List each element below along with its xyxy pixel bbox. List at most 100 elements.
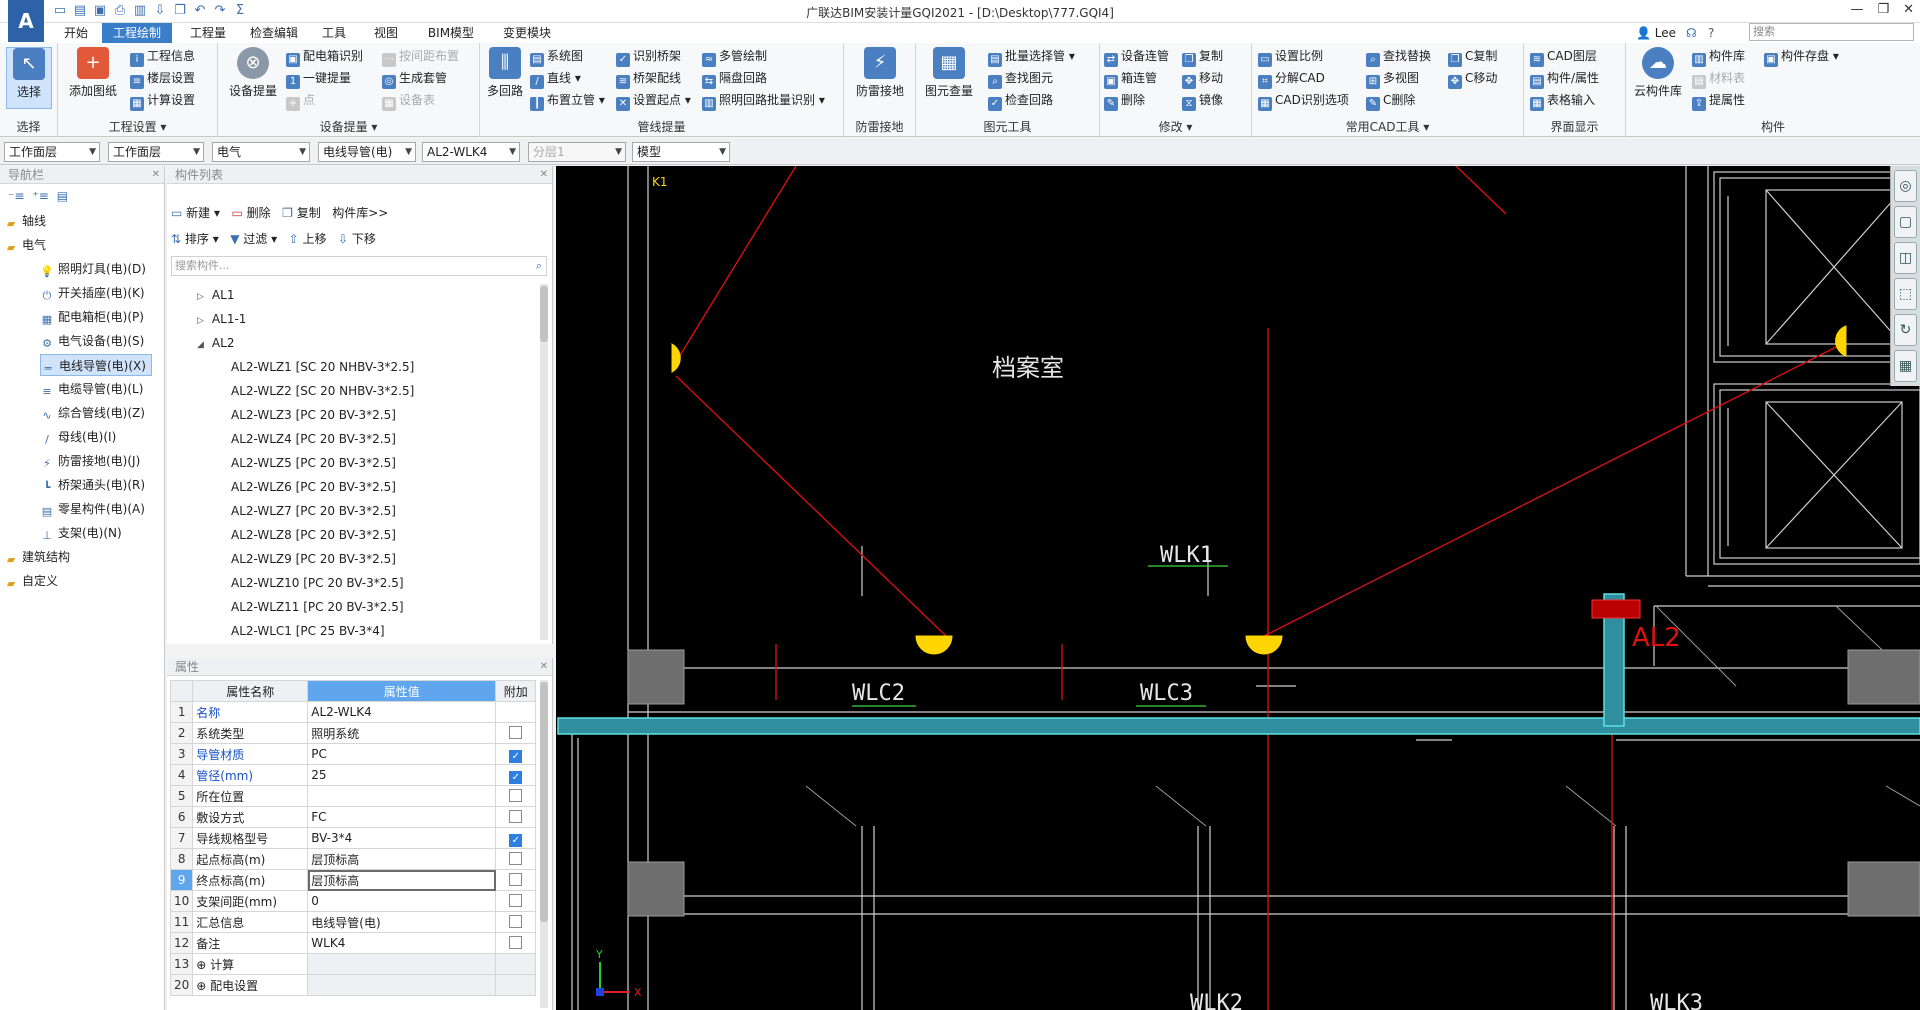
collapse-arrow-icon[interactable]: ◢ <box>197 340 204 350</box>
component-property-button[interactable]: ▤ 构件/属性 <box>1530 69 1599 89</box>
box-connect-pipe-button[interactable]: ▣ 箱连管 <box>1104 69 1157 89</box>
tree-item[interactable]: AL2-WLZ5 [PC 20 BV-3*2.5] <box>231 452 396 474</box>
table-input-button[interactable]: ▦ 表格输入 <box>1530 91 1595 111</box>
restore-icon[interactable]: ❐ <box>1877 2 1889 17</box>
nav-item[interactable]: ▰ 自定义 <box>4 570 58 592</box>
lightning-grounding-button[interactable]: ⚡ 防雷接地 <box>850 47 910 99</box>
property-value[interactable]: PC <box>307 743 497 765</box>
view-mode-combo[interactable]: 模型 ▼ <box>632 142 730 162</box>
nav-item[interactable]: ⏻ 开关插座(电)(K) <box>40 282 145 304</box>
tree-item[interactable]: AL2-WLZ6 [PC 20 BV-3*2.5] <box>231 476 396 498</box>
extra-checkbox[interactable] <box>509 873 523 886</box>
select-button[interactable]: ↖ 选择 <box>6 47 52 109</box>
pin-icon[interactable]: ✕ <box>540 658 548 676</box>
property-row[interactable]: 7 导线规格型号 BV-3*4 ✓ <box>169 827 537 849</box>
top-view-icon[interactable]: ◫ <box>1894 242 1917 274</box>
device-connect-pipe-button[interactable]: ⇄ 设备连管 <box>1104 47 1169 67</box>
extra-checkbox[interactable] <box>509 915 523 928</box>
extra-checkbox[interactable] <box>509 852 523 865</box>
batch-select-pipe-button[interactable]: ▤ 批量选择管 ▾ <box>988 47 1075 67</box>
nav-item[interactable]: ▰ 建筑结构 <box>4 546 70 568</box>
collapse-all-icon[interactable]: ⁻≡ <box>8 189 24 203</box>
component-list-scrollbar[interactable] <box>540 284 548 640</box>
user-menu[interactable]: 👤 Lee <box>1636 23 1676 43</box>
c-move-button[interactable]: ✥ C移动 <box>1448 69 1497 89</box>
tree-item[interactable]: AL2-WLZ7 [PC 20 BV-3*2.5] <box>231 500 396 522</box>
cad-recognize-options-button[interactable]: ▦ CAD识别选项 <box>1258 91 1349 111</box>
copy-button[interactable]: ❐ 复制 <box>1182 47 1223 67</box>
expand-arrow-icon[interactable]: ▷ <box>197 316 204 326</box>
nav-item[interactable]: ∿ 综合管线(电)(Z) <box>40 402 145 424</box>
property-row[interactable]: 3 导管材质 PC ✓ <box>169 743 537 765</box>
property-row[interactable]: 1 名称 AL2-WLK4 <box>169 701 537 723</box>
tree-item[interactable]: AL2-WLZ4 [PC 20 BV-3*2.5] <box>231 428 396 450</box>
property-value[interactable]: BV-3*4 <box>307 827 497 849</box>
extra-checkbox[interactable]: ✓ <box>509 770 523 784</box>
sublayer-combo[interactable]: 分层1 ▼ <box>528 142 626 162</box>
property-scrollbar[interactable] <box>540 680 548 1008</box>
minimize-icon[interactable]: — <box>1850 2 1863 17</box>
expand-arrow-icon[interactable]: ▷ <box>197 292 204 302</box>
property-value[interactable]: 0 <box>307 890 497 912</box>
nav-item[interactable]: ⚙ 电气设备(电)(S) <box>40 330 144 352</box>
extra-checkbox[interactable] <box>509 894 523 907</box>
set-start-point-button[interactable]: ✕ 设置起点 ▾ <box>616 91 691 111</box>
help-icon[interactable]: ? <box>1708 23 1714 43</box>
tab-bim-model[interactable]: BIM模型 <box>418 23 484 43</box>
group-label-modify[interactable]: 修改 ▾ <box>1100 118 1251 135</box>
property-value[interactable] <box>307 785 497 807</box>
app-logo[interactable]: A <box>8 0 44 42</box>
tab-view[interactable]: 视图 <box>366 23 406 43</box>
calc-settings-button[interactable]: ▦ 计算设置 <box>130 91 195 111</box>
system-diagram-button[interactable]: ▤ 系统图 <box>530 47 583 67</box>
property-value[interactable]: 电线导管(电) <box>307 911 497 933</box>
project-info-button[interactable]: i 工程信息 <box>130 47 195 67</box>
extra-checkbox[interactable]: ✓ <box>509 833 523 847</box>
property-row[interactable]: 8 起点标高(m) 层顶标高 <box>169 848 537 870</box>
material-table-button[interactable]: ▤ 材料表 <box>1692 69 1745 89</box>
tree-item[interactable]: AL2-WLZ9 [PC 20 BV-3*2.5] <box>231 548 396 570</box>
group-label-device[interactable]: 设备提量 ▾ <box>218 118 479 135</box>
tab-quantity[interactable]: 工程量 <box>180 23 236 43</box>
tab-change-module[interactable]: 变更模块 <box>494 23 560 43</box>
property-value[interactable]: 层顶标高 <box>307 869 497 891</box>
multi-view-button[interactable]: ⊞ 多视图 <box>1366 69 1419 89</box>
place-riser-button[interactable]: ┃ 布置立管 ▾ <box>530 91 605 111</box>
property-row[interactable]: 20 ⊕ 配电设置 <box>169 974 537 996</box>
property-value[interactable]: 层顶标高 <box>307 848 497 870</box>
property-row[interactable]: 11 汇总信息 电线导管(电) <box>169 911 537 933</box>
property-row[interactable]: 4 管径(mm) 25 ✓ <box>169 764 537 786</box>
property-value[interactable] <box>307 974 497 996</box>
orbit-icon[interactable]: ◎ <box>1894 170 1917 202</box>
group-label-project[interactable]: 工程设置 ▾ <box>58 118 217 135</box>
sort-button[interactable]: ⇅ 排序 ▾ <box>171 232 219 246</box>
distribution-box-recognize-button[interactable]: ▣ 配电箱识别 <box>286 47 363 67</box>
close-icon[interactable]: ✕ <box>1903 2 1914 17</box>
component-save-button[interactable]: ▣ 构件存盘 ▾ <box>1764 47 1839 67</box>
scroll-thumb[interactable] <box>540 286 548 342</box>
cad-canvas[interactable]: WLK1 WLC2 WLC3 档案室 WLK2 WLK3 AL2 K1 Y X <box>556 166 1920 1010</box>
property-value[interactable]: FC <box>307 806 497 828</box>
property-row[interactable]: 6 敷设方式 FC <box>169 806 537 828</box>
new-component-button[interactable]: ▭ 新建 ▾ <box>171 206 220 220</box>
rotate-icon[interactable]: ↻ <box>1894 314 1917 346</box>
property-value[interactable]: WLK4 <box>307 932 497 954</box>
c-delete-button[interactable]: ✎ C删除 <box>1366 91 1415 111</box>
mirror-button[interactable]: ⧖ 镜像 <box>1182 91 1223 111</box>
c-copy-button[interactable]: ❐ C复制 <box>1448 47 1497 67</box>
floor-settings-button[interactable]: ≡ 楼层设置 <box>130 69 195 89</box>
delete-button[interactable]: ✎ 删除 <box>1104 91 1145 111</box>
tree-item[interactable]: AL2-WLZ8 [PC 20 BV-3*2.5] <box>231 524 396 546</box>
batch-lighting-circuit-button[interactable]: ▥ 照明回路批量识别 ▾ <box>702 91 825 111</box>
extra-checkbox[interactable]: ✓ <box>509 749 523 763</box>
nav-item[interactable]: ▤ 零星构件(电)(A) <box>40 498 145 520</box>
component-type-combo[interactable]: 电线导管(电) ▼ <box>318 142 416 162</box>
find-replace-button[interactable]: ⌕ 查找替换 <box>1366 47 1431 67</box>
tab-check-edit[interactable]: 检查编辑 <box>243 23 305 43</box>
recognize-tray-button[interactable]: ✓ 识别桥架 <box>616 47 681 67</box>
copy-component-button[interactable]: ❐ 复制 <box>282 206 321 220</box>
component-library-link[interactable]: 构件库>> <box>332 206 388 220</box>
tree-item[interactable]: AL2-WLZ11 [PC 20 BV-3*2.5] <box>231 596 404 618</box>
extra-checkbox[interactable] <box>509 726 523 739</box>
extra-checkbox[interactable] <box>509 810 523 823</box>
